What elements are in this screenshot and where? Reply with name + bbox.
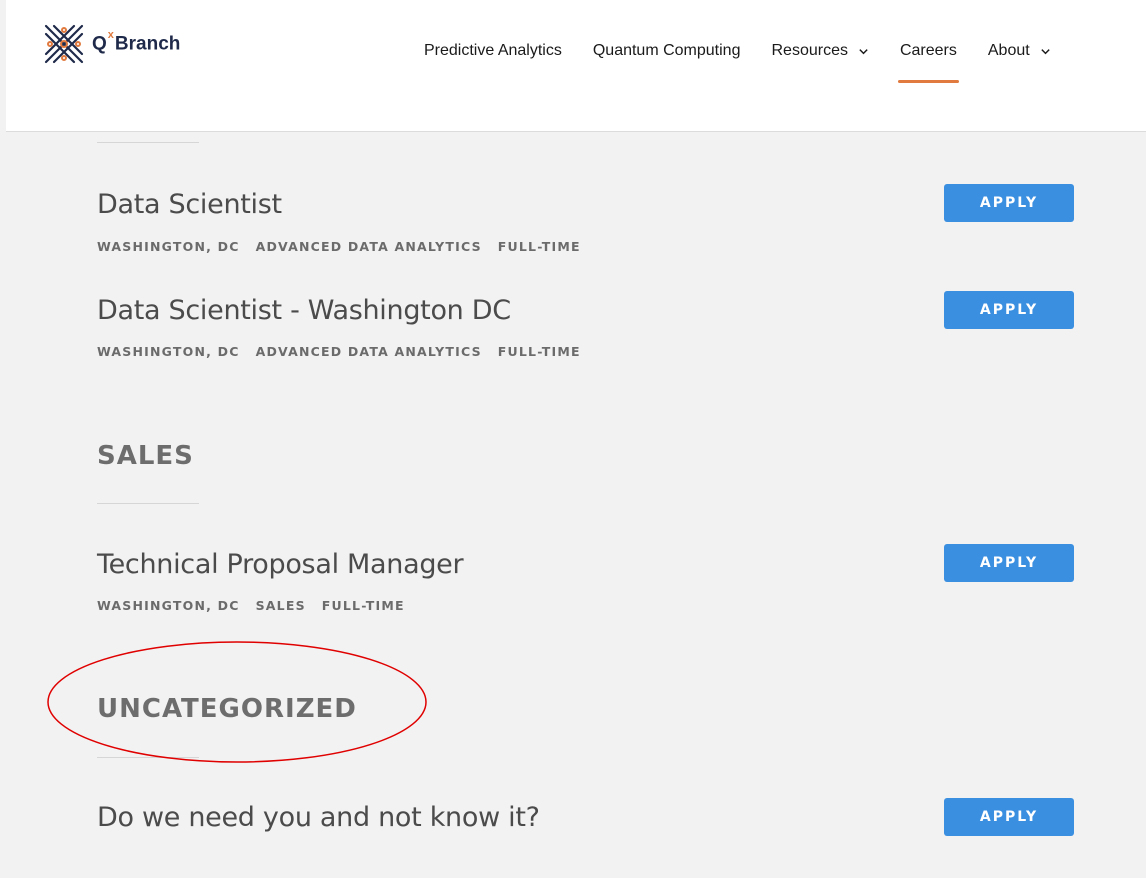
- highlight-ellipse-annotation: [47, 641, 427, 763]
- nav-resources[interactable]: Resources: [771, 42, 868, 60]
- section-divider: [97, 142, 199, 143]
- nav-label: Quantum Computing: [592, 42, 741, 59]
- section-divider: [97, 503, 199, 504]
- apply-button-do-we-need-you[interactable]: APPLY: [944, 798, 1074, 836]
- job-department: ADVANCED DATA ANALYTICS: [255, 344, 482, 359]
- nav-label: Resources: [771, 42, 848, 59]
- chevron-down-icon: [859, 48, 868, 54]
- main-nav: Predictive Analytics Quantum Computing R…: [424, 42, 1051, 83]
- job-department: SALES: [255, 598, 306, 613]
- brand-name: QxBranch: [92, 28, 181, 55]
- nav-predictive-analytics[interactable]: Predictive Analytics: [424, 42, 562, 60]
- job-meta: WASHINGTON, DC SALES FULL-TIME: [97, 598, 421, 613]
- job-meta: WASHINGTON, DC ADVANCED DATA ANALYTICS F…: [97, 344, 597, 359]
- job-location: WASHINGTON, DC: [97, 598, 240, 613]
- chevron-down-icon: [1041, 48, 1050, 54]
- apply-button-technical-proposal-manager[interactable]: APPLY: [944, 544, 1074, 582]
- nav-label: Careers: [899, 42, 957, 59]
- nav-label: Predictive Analytics: [424, 42, 562, 59]
- apply-button-data-scientist[interactable]: APPLY: [944, 184, 1074, 222]
- job-type: FULL-TIME: [321, 598, 405, 613]
- apply-button-data-scientist-dc[interactable]: APPLY: [944, 291, 1074, 329]
- sales-heading: SALES: [97, 441, 194, 471]
- job-department: ADVANCED DATA ANALYTICS: [255, 239, 482, 254]
- job-meta: WASHINGTON, DC ADVANCED DATA ANALYTICS F…: [97, 239, 597, 254]
- job-location: WASHINGTON, DC: [97, 239, 240, 254]
- job-title-do-we-need-you[interactable]: Do we need you and not know it?: [97, 802, 540, 833]
- job-title-data-scientist-dc[interactable]: Data Scientist - Washington DC: [97, 295, 511, 326]
- brand-logo[interactable]: QxBranch: [40, 22, 180, 66]
- job-type: FULL-TIME: [497, 239, 581, 254]
- job-title-data-scientist[interactable]: Data Scientist: [97, 189, 282, 220]
- site-header: QxBranch Predictive Analytics Quantum Co…: [6, 0, 1146, 132]
- nav-careers[interactable]: Careers: [897, 42, 959, 83]
- job-title-technical-proposal-manager[interactable]: Technical Proposal Manager: [97, 549, 464, 580]
- qxbranch-logo-icon: [44, 24, 84, 64]
- nav-label: About: [987, 42, 1030, 59]
- nav-about[interactable]: About: [988, 42, 1051, 60]
- job-location: WASHINGTON, DC: [97, 344, 240, 359]
- job-type: FULL-TIME: [497, 344, 581, 359]
- nav-quantum-computing[interactable]: Quantum Computing: [593, 42, 741, 60]
